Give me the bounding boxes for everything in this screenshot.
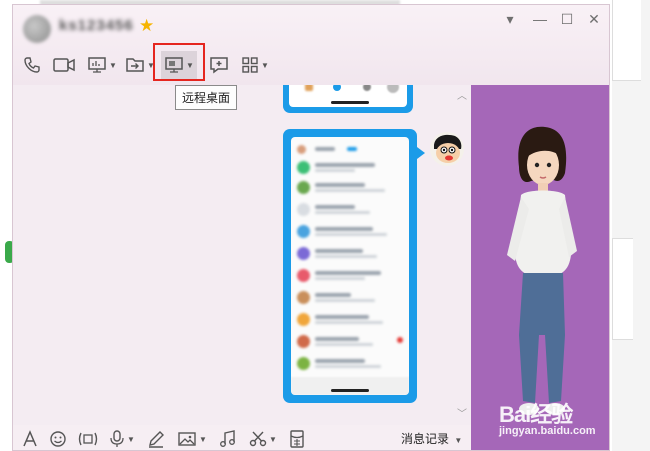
list-item [297, 247, 403, 261]
list-item [297, 335, 403, 349]
list-item [297, 225, 403, 239]
red-envelope-icon [290, 430, 304, 448]
bubble-tail [417, 147, 425, 159]
baidu-watermark: Bai经验 jingyan.baidu.com [499, 397, 596, 437]
voice-message-button[interactable]: ▼ [109, 429, 135, 449]
add-chat-button[interactable] [207, 51, 231, 79]
user-avatar-icon[interactable] [429, 131, 465, 167]
maximize-button[interactable]: ☐ [558, 11, 576, 27]
watermark-brand: Bai [499, 402, 531, 427]
home-indicator [331, 389, 369, 392]
close-button[interactable]: ✕ [585, 11, 603, 27]
gif-icon [78, 432, 98, 446]
gif-button[interactable] [77, 429, 99, 449]
chevron-down-icon[interactable]: ▼ [199, 435, 207, 444]
list-item [297, 291, 403, 305]
scissors-icon [249, 431, 267, 447]
video-camera-icon [53, 58, 75, 72]
image-message[interactable] [283, 129, 417, 403]
chat-plus-icon [210, 57, 228, 74]
list-item [297, 203, 403, 217]
minimize-button[interactable]: — [531, 11, 549, 27]
watermark-suffix: 经验 [530, 402, 573, 427]
send-image-button[interactable]: ▼ [177, 429, 207, 449]
screenshot-button[interactable]: ▼ [249, 429, 277, 449]
background-card-top [612, 0, 641, 81]
chevron-down-icon[interactable]: ▼ [261, 61, 269, 70]
menu-dropdown-icon[interactable]: ▾ [501, 11, 519, 27]
input-toolbar: ▼ ▼ ▼ 消息记录 ▼ [13, 425, 471, 450]
list-item [297, 161, 403, 175]
grid-icon [242, 57, 258, 73]
phone-icon [24, 57, 40, 73]
video-call-button[interactable] [51, 51, 77, 79]
star-icon[interactable]: ★ [139, 16, 154, 36]
tooltip-remote-desktop: 远程桌面 [175, 85, 238, 110]
chevron-down-icon[interactable]: ▼ [454, 436, 462, 445]
scroll-down-icon[interactable]: ﹀ [457, 405, 467, 420]
title-bar: ks123456 ★ ▾ — ☐ ✕ ▼ ▼ ▼ ▼ [13, 5, 609, 85]
scroll-up-icon[interactable]: ︿ [457, 87, 467, 102]
pen-icon [149, 431, 164, 448]
chevron-down-icon[interactable]: ▼ [269, 435, 277, 444]
doodle-button[interactable] [147, 429, 165, 449]
send-file-button[interactable]: ▼ [123, 51, 157, 79]
font-icon [23, 430, 37, 447]
music-icon [220, 430, 235, 447]
red-envelope-button[interactable] [289, 429, 305, 449]
annotation-highlight [153, 43, 205, 81]
screen-share-button[interactable]: ▼ [85, 51, 119, 79]
message-history-button[interactable]: 消息记录 ▼ [401, 430, 462, 447]
image-message[interactable] [283, 85, 413, 113]
music-button[interactable] [219, 429, 237, 449]
watermark-url: jingyan.baidu.com [499, 425, 596, 437]
list-item [297, 181, 403, 195]
list-item [297, 145, 403, 159]
chevron-down-icon[interactable]: ▼ [109, 61, 117, 70]
microphone-icon [110, 430, 124, 447]
presentation-icon [88, 57, 106, 73]
list-item [297, 357, 403, 371]
emoji-button[interactable] [49, 429, 67, 449]
background-card-middle [612, 238, 633, 340]
contact-name[interactable]: ks123456 [59, 17, 134, 34]
font-button[interactable] [21, 429, 39, 449]
apps-button[interactable]: ▼ [239, 51, 271, 79]
list-item [297, 269, 403, 283]
chat-window: ks123456 ★ ▾ — ☐ ✕ ▼ ▼ ▼ ▼ ︿ ﹀ 远程桌面 Bai经… [12, 4, 610, 451]
file-transfer-icon [126, 58, 144, 72]
tab-bar [291, 377, 409, 395]
list-item [297, 313, 403, 327]
background-page-left [0, 0, 12, 451]
voice-call-button[interactable] [21, 51, 43, 79]
chevron-down-icon[interactable]: ▼ [127, 435, 135, 444]
image-icon [178, 432, 196, 446]
emoji-icon [50, 431, 66, 447]
message-history-label: 消息记录 [401, 432, 450, 446]
screenshot-thumbnail [291, 137, 409, 395]
message-area[interactable]: ︿ ﹀ [13, 85, 471, 425]
contact-avatar[interactable] [23, 15, 51, 43]
screenshot-thumbnail [289, 85, 407, 107]
